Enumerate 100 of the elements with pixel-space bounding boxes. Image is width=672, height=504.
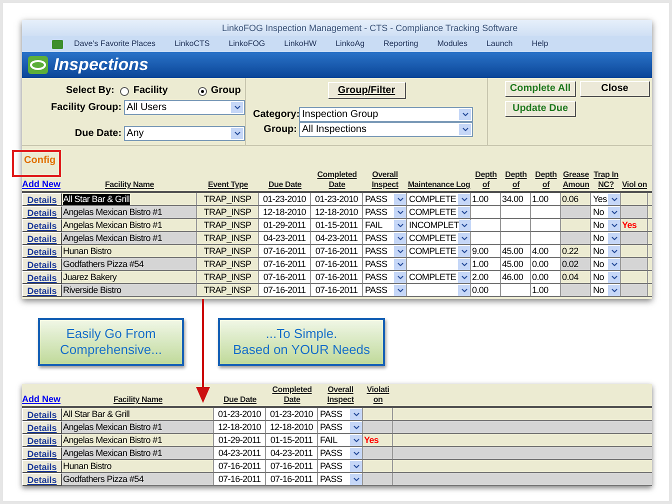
menu-item[interactable]: LinkoAg (328, 39, 373, 49)
dropdown-cell[interactable]: PASS (318, 421, 363, 433)
details-button[interactable]: Details (22, 245, 62, 258)
dropdown-cell[interactable]: No (591, 245, 621, 257)
table-cell: 34.00 (501, 193, 531, 205)
dropdown-cell[interactable]: No (591, 284, 621, 296)
dropdown-cell[interactable]: PASS (363, 271, 407, 283)
dropdown-cell[interactable]: No (591, 219, 621, 231)
details-button[interactable]: Details (22, 258, 62, 271)
dropdown-cell[interactable] (407, 284, 471, 296)
details-button[interactable]: Details (22, 284, 62, 297)
dropdown-field[interactable]: Any (124, 126, 245, 141)
table-cell: 0.00 (531, 258, 561, 270)
details-button[interactable]: Details (22, 206, 62, 219)
dropdown-cell[interactable]: FAIL (363, 219, 407, 231)
table-cell: Godfathers Pizza #54 (62, 473, 214, 485)
action-button[interactable]: Close (580, 81, 650, 97)
dropdown-cell[interactable]: PASS (318, 408, 363, 420)
menu-item[interactable]: Help (524, 39, 556, 49)
column-header: Depth of (504, 170, 528, 190)
dropdown-cell[interactable]: PASS (363, 258, 407, 270)
details-button[interactable]: Details (22, 232, 62, 245)
field-label: Group: (262, 124, 297, 136)
details-button[interactable]: Details (22, 271, 62, 284)
table-cell (501, 232, 531, 244)
details-button[interactable]: Details (22, 473, 62, 486)
column-header: Depth of (534, 170, 558, 190)
menu-item[interactable]: LinkoFOG (220, 39, 274, 49)
radio-label: Group (210, 85, 241, 97)
table-cell: 07-16-2011 (311, 284, 363, 296)
table-cell: Godfathers Pizza #54 (62, 258, 197, 270)
column-header: Completed Date (271, 385, 313, 405)
details-button[interactable]: Details (22, 460, 62, 473)
menu-item[interactable]: LinkoHW (276, 39, 325, 49)
add-new-link[interactable]: Add New (22, 179, 61, 190)
dropdown-cell[interactable]: FAIL (318, 434, 363, 446)
dropdown-cell[interactable]: COMPLETE (407, 206, 471, 218)
table-cell: 01-29-2011 (214, 434, 266, 446)
dropdown-cell[interactable]: PASS (363, 245, 407, 257)
table-cell (561, 232, 591, 244)
dropdown-cell[interactable]: COMPLETE (407, 232, 471, 244)
dropdown-cell[interactable]: COMPLETE (407, 271, 471, 283)
dropdown-cell[interactable]: No (591, 206, 621, 218)
table-cell: 1.00 (531, 193, 561, 205)
table-cell: 07-16-2011 (311, 271, 363, 283)
highlight-frame (12, 150, 61, 177)
dropdown-cell[interactable]: No (591, 271, 621, 283)
app-icon[interactable] (52, 40, 63, 48)
dropdown-cell[interactable]: No (591, 232, 621, 244)
dropdown-cell[interactable]: No (591, 258, 621, 270)
dropdown-field[interactable]: All Inspections (299, 122, 473, 137)
radio-button[interactable] (198, 86, 207, 96)
menu-item[interactable]: Modules (429, 39, 476, 49)
action-button[interactable]: Complete All (505, 81, 576, 97)
radio-label: Facility (133, 85, 168, 97)
table-cell: 12-18-2010 (259, 206, 311, 218)
group-filter-button[interactable]: Group/Filter (328, 82, 406, 99)
menu-item[interactable]: Dave's Favorite Places (66, 39, 164, 49)
table-cell (501, 219, 531, 231)
add-new-link[interactable]: Add New (22, 394, 61, 405)
details-button[interactable]: Details (22, 219, 62, 232)
table-cell (471, 206, 501, 218)
menu-item[interactable]: Reporting (376, 39, 426, 49)
table-cell: Hunan Bistro (62, 460, 214, 472)
dropdown-field[interactable]: All Users (124, 100, 245, 115)
radio-button[interactable] (120, 86, 130, 96)
details-button[interactable]: Details (22, 421, 62, 434)
dropdown-cell[interactable] (407, 258, 471, 270)
table-cell: 0.22 (561, 245, 591, 257)
details-button[interactable]: Details (22, 408, 62, 421)
table-cell: 45.00 (501, 258, 531, 270)
table-cell: 45.00 (501, 245, 531, 257)
dropdown-cell[interactable]: COMPLETE (407, 245, 471, 257)
table-cell: 01-15-2011 (311, 219, 363, 231)
dropdown-cell[interactable]: PASS (363, 206, 407, 218)
table-cell (471, 232, 501, 244)
action-button[interactable]: Update Due (505, 101, 576, 117)
dropdown-cell[interactable]: PASS (318, 460, 363, 472)
dropdown-field[interactable]: Inspection Group (299, 107, 473, 122)
dropdown-cell[interactable]: PASS (363, 232, 407, 244)
details-button[interactable]: Details (22, 193, 62, 206)
menu-item[interactable]: LinkoCTS (166, 39, 218, 49)
dropdown-cell[interactable]: PASS (318, 473, 363, 485)
details-button[interactable]: Details (22, 434, 62, 447)
dropdown-cell[interactable]: Yes (591, 193, 621, 205)
table-cell (471, 219, 501, 231)
dropdown-cell[interactable]: PASS (363, 284, 407, 296)
dropdown-cell[interactable]: INCOMPLET (407, 219, 471, 231)
table-cell: 01-23-2010 (266, 408, 318, 420)
details-button[interactable]: Details (22, 447, 62, 460)
dropdown-cell[interactable]: PASS (363, 193, 407, 205)
dropdown-cell[interactable]: PASS (318, 447, 363, 459)
table-cell: 01-23-2010 (311, 193, 363, 205)
menu-item[interactable]: Launch (478, 39, 521, 49)
table-cell: Angelas Mexican Bistro #1 (62, 232, 197, 244)
column-header: Grease Amoun (562, 170, 590, 190)
dropdown-cell[interactable]: COMPLETE (407, 193, 471, 205)
table-cell: 4.00 (531, 245, 561, 257)
table-cell (621, 206, 648, 218)
table-cell: All Star Bar & Grill (62, 193, 197, 205)
